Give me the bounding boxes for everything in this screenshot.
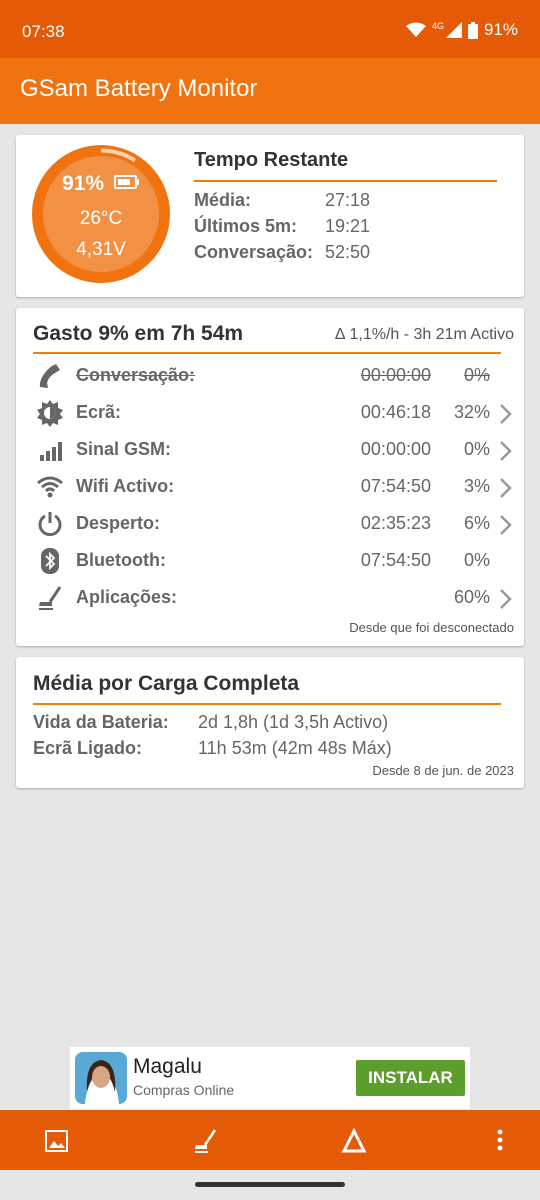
- remaining-label: Últimos 5m:: [194, 216, 298, 236]
- app-bar: GSam Battery Monitor: [0, 58, 540, 124]
- usage-row-gsm[interactable]: Sinal GSM: 00:00:00 0%: [16, 434, 524, 471]
- ad-avatar-illustration: [75, 1052, 127, 1104]
- cell-signal-icon: [445, 22, 462, 38]
- average-footer: Desde 8 de jun. de 2023: [372, 763, 514, 778]
- average-card: Média por Carga Completa Vida da Bateria…: [16, 657, 524, 788]
- ad-banner[interactable]: Magalu Compras Online INSTALAR: [70, 1047, 470, 1109]
- app-title: GSam Battery Monitor: [20, 75, 258, 102]
- usage-percent: 60%: [453, 587, 490, 607]
- status-bar: 07:38 4G 91%: [0, 0, 540, 58]
- ad-install-button[interactable]: INSTALAR: [356, 1060, 465, 1096]
- remaining-label: Conversação:: [194, 242, 314, 262]
- chevron-right-icon[interactable]: [498, 402, 514, 426]
- usage-label: Bluetooth:: [76, 550, 166, 570]
- usage-time: 07:54:50: [360, 550, 431, 570]
- usage-percent: 0%: [463, 365, 490, 385]
- remaining-time-card[interactable]: 91% 26°C 4,31V Tempo Restante Média: 27:…: [16, 135, 524, 297]
- delta-icon[interactable]: [341, 1128, 367, 1154]
- usage-label: Wifi Activo:: [76, 476, 175, 496]
- remaining-value: 27:18: [325, 190, 371, 210]
- chevron-right-icon[interactable]: [498, 513, 514, 537]
- usage-row-apps[interactable]: Aplicações: 60%: [16, 582, 524, 619]
- power-icon: [38, 512, 62, 537]
- chevron-right-icon[interactable]: [498, 439, 514, 463]
- apps-sweep-toolbar-icon[interactable]: [192, 1128, 218, 1154]
- overflow-menu-icon[interactable]: [487, 1128, 513, 1154]
- remaining-value: 19:21: [325, 216, 371, 236]
- usage-footer: Desde que foi desconectado: [349, 620, 514, 635]
- battery-status-icon: [467, 21, 478, 39]
- gauge-temperature: 26°C: [79, 208, 123, 229]
- ad-app-category: Compras Online: [133, 1082, 235, 1098]
- status-icons: 4G 91%: [405, 20, 518, 40]
- usage-time: 00:00:00: [360, 365, 431, 385]
- usage-label: Desperto:: [76, 513, 161, 533]
- chevron-right-icon[interactable]: [498, 587, 514, 611]
- usage-percent: 0%: [463, 439, 490, 459]
- chevron-right-icon[interactable]: [498, 476, 514, 500]
- usage-percent: 0%: [463, 550, 490, 570]
- ad-avatar: [75, 1052, 127, 1104]
- usage-time: 07:54:50: [360, 476, 431, 496]
- average-title-underline: [33, 703, 501, 705]
- usage-row-screen[interactable]: Ecrã: 00:46:18 32%: [16, 397, 524, 434]
- bottom-toolbar: [0, 1110, 540, 1170]
- bluetooth-icon: [41, 548, 59, 574]
- wifi-status-icon: [405, 22, 426, 37]
- average-title: Média por Carga Completa: [33, 672, 300, 695]
- usage-row-wifi[interactable]: Wifi Activo: 07:54:50 3%: [16, 471, 524, 508]
- usage-label: Ecrã:: [76, 402, 122, 422]
- usage-time: 00:46:18: [360, 402, 431, 422]
- usage-title-underline: [33, 352, 501, 354]
- usage-label: Conversação:: [76, 365, 196, 385]
- gauge-percent-row: 91%: [32, 172, 170, 196]
- remaining-value: 52:50: [325, 242, 371, 262]
- usage-card: Gasto 9% em 7h 54m ∆ 1,1%/h - 3h 21m Act…: [16, 308, 524, 646]
- remaining-title: Tempo Restante: [194, 149, 349, 171]
- network-type: 4G: [431, 21, 444, 31]
- remaining-title-underline: [194, 180, 497, 182]
- usage-rate: ∆ 1,1%/h - 3h 21m Activo: [335, 326, 514, 343]
- brightness-icon: [37, 400, 63, 427]
- average-label: Ecrã Ligado:: [33, 738, 143, 758]
- average-value: 2d 1,8h (1d 3,5h Activo): [198, 712, 389, 732]
- usage-label: Aplicações:: [76, 587, 178, 607]
- battery-gauge: 91% 26°C 4,31V: [32, 145, 170, 283]
- status-battery-percent: 91%: [483, 20, 518, 39]
- status-time: 07:38: [22, 22, 65, 41]
- ad-app-name: Magalu: [133, 1055, 202, 1078]
- system-nav-bar: [0, 1170, 540, 1200]
- image-icon[interactable]: [44, 1128, 70, 1154]
- battery-icon: [113, 175, 139, 189]
- usage-time: 02:35:23: [360, 513, 431, 533]
- signal-bars-icon: [40, 442, 62, 461]
- usage-percent: 6%: [463, 513, 490, 533]
- average-value: 11h 53m (42m 48s Máx): [198, 738, 392, 758]
- apps-sweep-icon: [39, 586, 62, 610]
- usage-label: Sinal GSM:: [76, 439, 172, 459]
- average-label: Vida da Bateria:: [33, 712, 169, 732]
- usage-row-awake[interactable]: Desperto: 02:35:23 6%: [16, 508, 524, 545]
- wifi-icon: [37, 476, 63, 498]
- phone-icon: [39, 364, 60, 388]
- usage-row-bluetooth: Bluetooth: 07:54:50 0%: [16, 545, 524, 582]
- usage-time: 00:00:00: [360, 439, 431, 459]
- home-gesture-handle[interactable]: [195, 1182, 345, 1187]
- usage-row-talk: Conversação: 00:00:00 0%: [16, 360, 524, 397]
- gauge-percent: 91%: [62, 172, 105, 195]
- remaining-label: Média:: [194, 190, 252, 210]
- usage-percent: 32%: [453, 402, 490, 422]
- usage-percent: 3%: [463, 476, 490, 496]
- usage-title: Gasto 9% em 7h 54m: [33, 322, 244, 345]
- gauge-voltage: 4,31V: [76, 239, 126, 260]
